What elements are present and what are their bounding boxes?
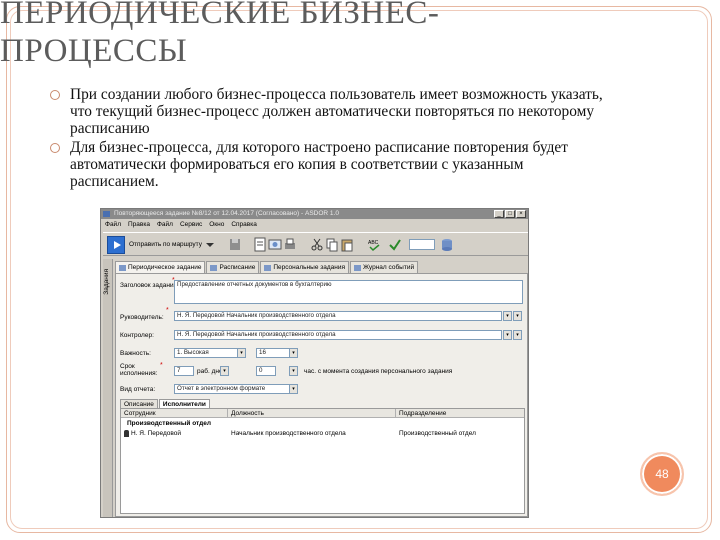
slide-title: ПЕРИОДИЧЕСКИЕ БИЗНЕС- ПРОЦЕССЫ <box>0 0 560 70</box>
controller-browse-button[interactable]: ▾ <box>513 330 522 340</box>
bullet-list: При создании любого бизнес-процесса поль… <box>50 86 610 192</box>
subject-field[interactable]: Предоставление отчетных документов в бух… <box>174 280 523 304</box>
term-label: Срок исполнения: <box>120 363 158 377</box>
required-mark: * <box>160 362 163 369</box>
column-header-employee[interactable]: Сотрудник <box>121 409 228 418</box>
send-route-icon[interactable] <box>107 236 125 254</box>
tab-bar: Периодическое задание Расписание Персона… <box>115 261 419 273</box>
paste-icon[interactable] <box>340 237 354 252</box>
term-field[interactable]: 7 <box>174 366 194 376</box>
bullet-text: Для бизнес-процесса, для которого настро… <box>70 139 568 190</box>
subject-label: Заголовок задания: <box>120 282 179 289</box>
manager-browse-button[interactable]: ▾ <box>513 311 522 321</box>
tab-periodic-task[interactable]: Периодическое задание <box>115 261 206 273</box>
copy-icon[interactable] <box>325 237 339 252</box>
list-icon <box>264 265 272 271</box>
bullet-ring-icon <box>50 143 60 153</box>
menu-file[interactable]: Файл <box>105 220 121 230</box>
term-hint: час. с момента создания персонального за… <box>304 368 453 375</box>
close-button[interactable]: × <box>516 210 526 218</box>
priority-dropdown-button[interactable]: ▾ <box>237 348 246 358</box>
priority-select[interactable]: 1. Высокая <box>174 348 246 358</box>
manager-label: Руководитель: <box>120 314 164 321</box>
tab-label: Журнал событий <box>362 264 415 271</box>
cell-department[interactable]: Производственный отдел <box>399 429 476 438</box>
menu-help[interactable]: Справка <box>231 220 257 230</box>
check-icon[interactable] <box>388 237 402 252</box>
toolbar: Отправить по маршруту ABC <box>103 232 528 256</box>
app-window: Повторяющееся задание №8/12 от 12.04.201… <box>100 208 529 518</box>
spellcheck-icon[interactable]: ABC <box>367 237 381 252</box>
sidebar-tasks[interactable]: Задания <box>103 259 113 517</box>
app-icon <box>103 211 110 217</box>
executors-grid: Сотрудник Должность Подразделение Произв… <box>120 408 525 514</box>
term-small-field[interactable]: 0 <box>256 366 276 376</box>
tab-personal-tasks[interactable]: Персональные задания <box>260 261 349 273</box>
menu-edit[interactable]: Правка <box>128 220 150 230</box>
task-form: Заголовок задания: * Предоставление отче… <box>115 273 528 517</box>
controller-field[interactable]: Н. Я. Передовой Начальник производственн… <box>174 330 502 340</box>
group-row[interactable]: Производственный отдел <box>121 419 524 428</box>
dropdown-arrow-icon[interactable] <box>203 237 217 252</box>
manager-select-button[interactable]: ▾ <box>503 311 512 321</box>
page-number-badge: 48 <box>640 452 684 496</box>
cut-icon[interactable] <box>310 237 324 252</box>
controller-select-button[interactable]: ▾ <box>503 330 512 340</box>
minimize-button[interactable]: _ <box>494 210 504 218</box>
sidebar-label: Задания <box>103 269 110 295</box>
report-dropdown-button[interactable]: ▾ <box>289 384 298 394</box>
column-header-position[interactable]: Должность <box>228 409 396 418</box>
report-label: Вид отчета: <box>120 386 156 393</box>
send-route-button[interactable]: Отправить по маршруту <box>129 241 202 248</box>
term-unit-dropdown[interactable]: ▾ <box>220 366 229 376</box>
svg-text:ABC: ABC <box>368 240 379 246</box>
window-title: Повторяющееся задание №8/12 от 12.04.201… <box>114 210 339 217</box>
tab-label: Периодическое задание <box>128 264 202 271</box>
toolbar-dropdown[interactable] <box>409 239 435 250</box>
slide-title-line2: ПРОЦЕССЫ <box>0 33 188 69</box>
bullet-item: При создании любого бизнес-процесса поль… <box>50 86 610 137</box>
required-mark: * <box>166 307 169 314</box>
menu-window[interactable]: Окно <box>209 220 224 230</box>
maximize-button[interactable]: □ <box>505 210 515 218</box>
cell-position[interactable]: Начальник производственного отдела <box>231 429 346 438</box>
tab-label: Персональные задания <box>273 264 345 271</box>
term-small-dropdown[interactable]: ▾ <box>289 366 298 376</box>
menu-file-2[interactable]: Файл <box>157 220 173 230</box>
database-icon[interactable] <box>440 237 454 252</box>
window-titlebar: Повторяющееся задание №8/12 от 12.04.201… <box>101 209 528 219</box>
calendar-icon <box>210 265 218 271</box>
priority-label: Важность: <box>120 350 151 357</box>
task-icon <box>119 265 126 271</box>
tab-label: Расписание <box>219 264 256 271</box>
manager-field[interactable]: Н. Я. Передовой Начальник производственн… <box>174 311 502 321</box>
menu-bar: Файл Правка Файл Сервис Окно Справка <box>101 220 528 230</box>
tab-schedule[interactable]: Расписание <box>206 261 260 273</box>
document-icon[interactable] <box>253 237 267 252</box>
journal-icon <box>353 265 361 271</box>
print-icon[interactable] <box>283 237 297 252</box>
bullet-ring-icon <box>50 90 60 100</box>
report-select[interactable]: Отчет в электронном формате <box>174 384 298 394</box>
menu-service[interactable]: Сервис <box>180 220 202 230</box>
controller-label: Контролер: <box>120 332 154 339</box>
cell-employee[interactable]: Н. Я. Передовой <box>131 429 181 438</box>
slide-title-line1: ПЕРИОДИЧЕСКИЕ БИЗНЕС- <box>0 0 440 31</box>
column-header-department[interactable]: Подразделение <box>396 409 524 418</box>
preview-icon[interactable] <box>268 237 282 252</box>
tab-event-log[interactable]: Журнал событий <box>349 261 419 273</box>
bullet-item: Для бизнес-процесса, для которого настро… <box>50 139 610 190</box>
person-icon <box>124 430 129 437</box>
save-icon[interactable] <box>228 237 242 252</box>
priority-num-dropdown[interactable]: ▾ <box>289 348 298 358</box>
window-controls: _ □ × <box>494 210 526 218</box>
bullet-text: При создании любого бизнес-процесса поль… <box>70 86 603 137</box>
